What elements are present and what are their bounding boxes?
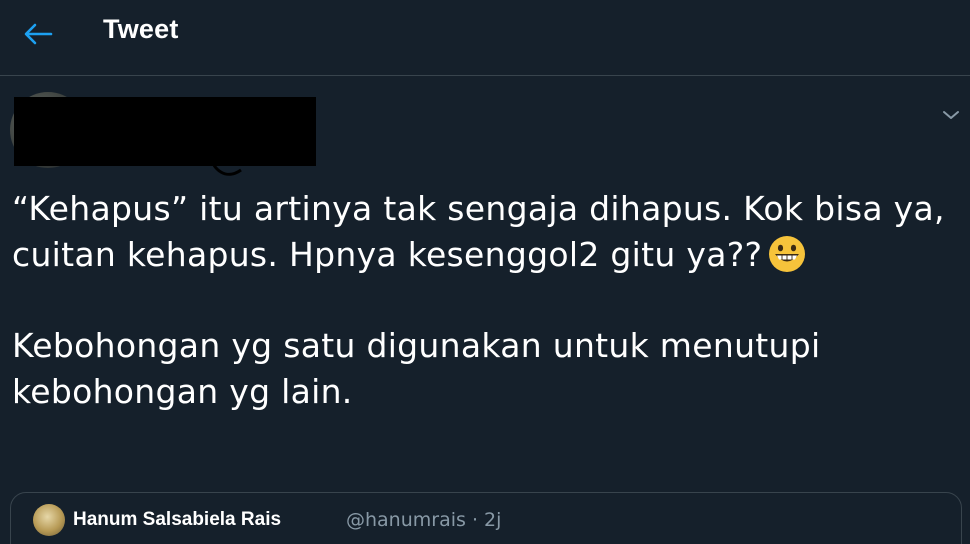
arrow-left-icon xyxy=(24,23,53,45)
quoted-author-avatar xyxy=(33,504,65,536)
back-button[interactable] xyxy=(14,12,62,56)
top-bar: Tweet xyxy=(0,0,970,76)
redacted-author-name xyxy=(14,97,316,166)
redaction-scribble xyxy=(207,151,242,176)
tweet-paragraph-2: Kebohongan yg satu digunakan untuk menut… xyxy=(12,326,821,411)
tweet-body: “Kehapus” itu artinya tak sengaja dihapu… xyxy=(12,186,962,415)
more-options-button[interactable] xyxy=(936,100,966,130)
quoted-tweet-card[interactable]: Hanum Salsabiela Rais @hanumrais · 2j xyxy=(10,492,962,544)
quoted-author-handle: @hanumrais · 2j xyxy=(346,509,502,531)
grinning-face-icon xyxy=(769,236,806,272)
quoted-author-name: Hanum Salsabiela Rais xyxy=(73,509,282,530)
chevron-down-icon xyxy=(943,111,959,119)
page-title: Tweet xyxy=(103,14,179,44)
tweet-paragraph-1: “Kehapus” itu artinya tak sengaja dihapu… xyxy=(12,186,962,278)
tweet-page: Tweet “Kehapus” itu artinya tak sengaja … xyxy=(0,0,970,544)
